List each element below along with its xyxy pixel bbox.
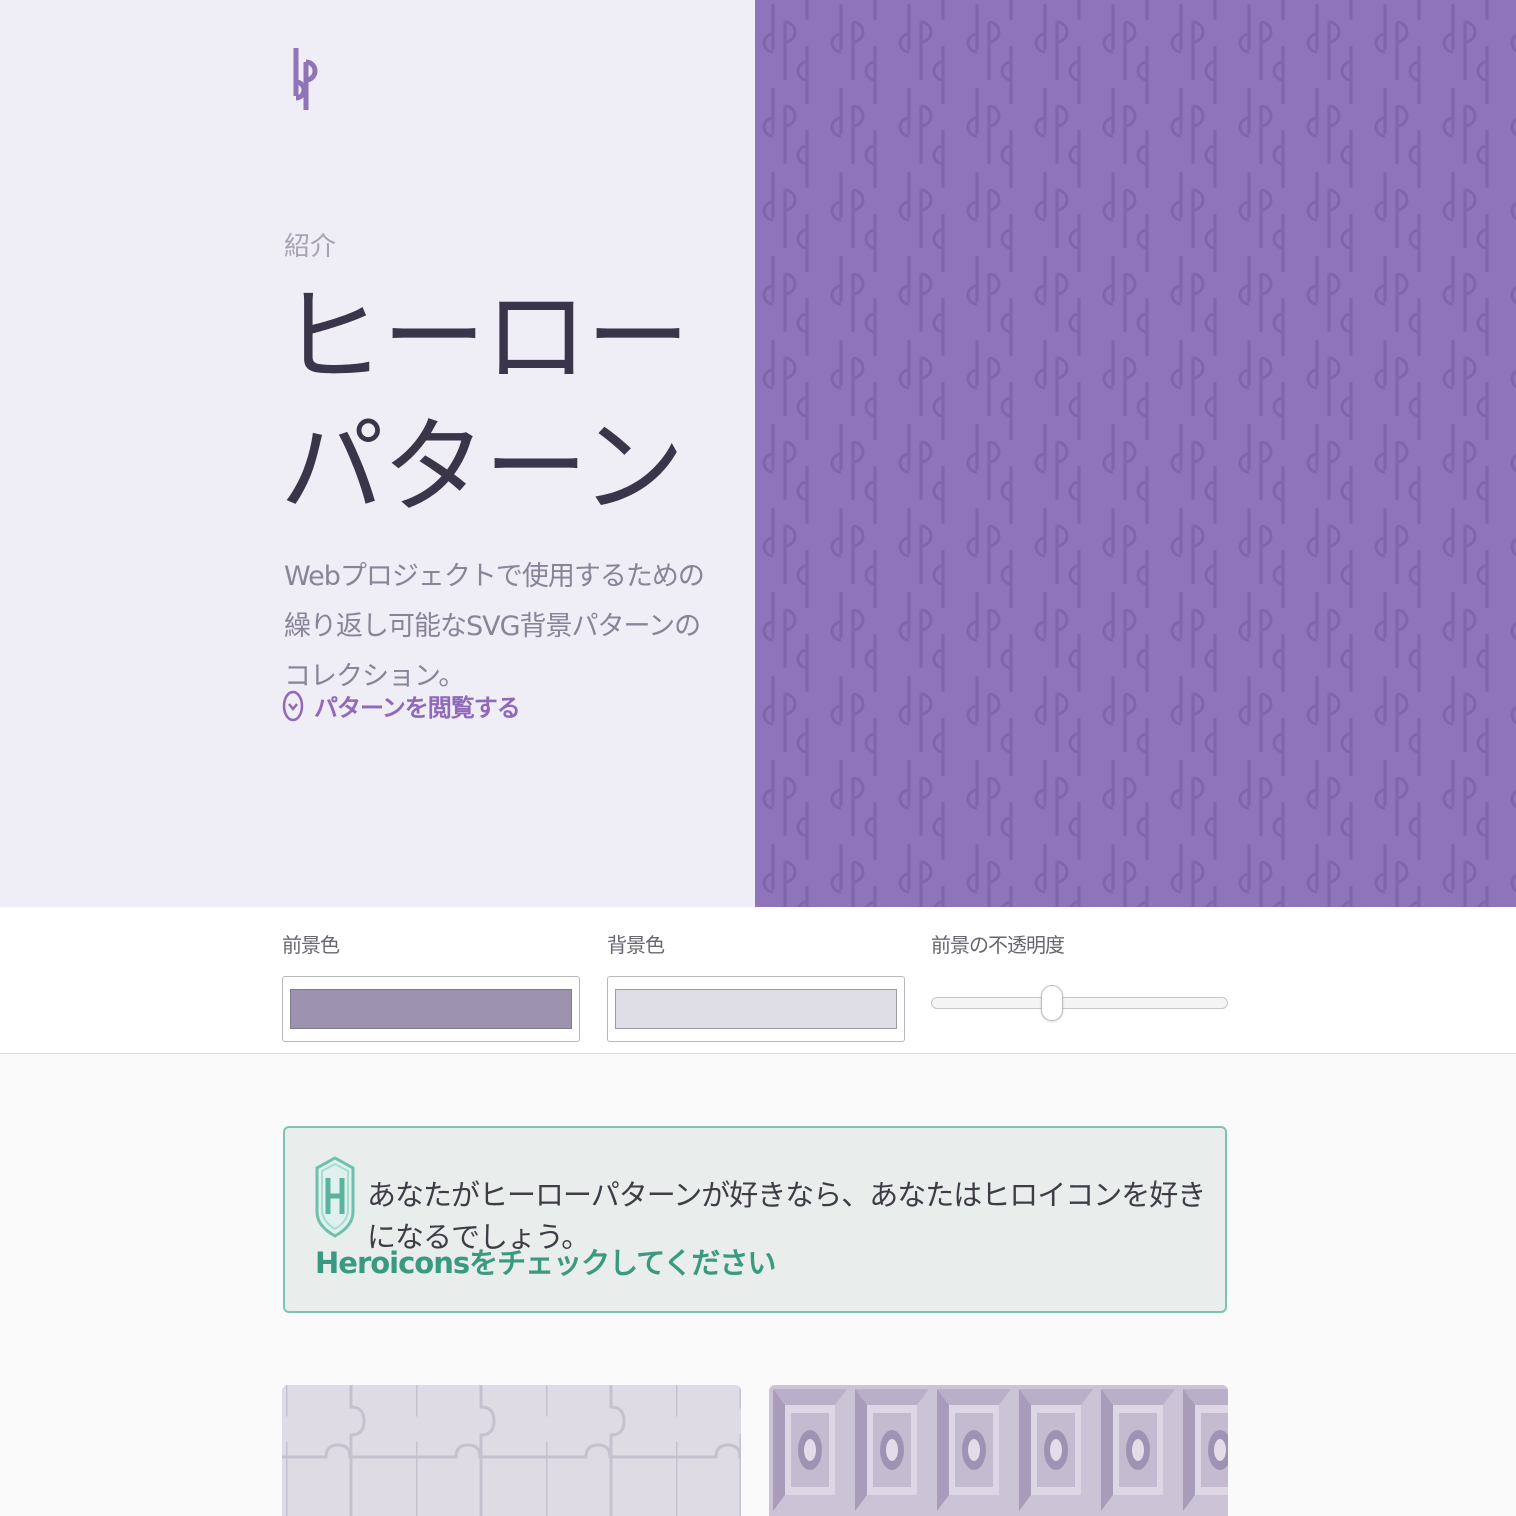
foreground-color-swatch (290, 989, 572, 1029)
background-color-control: 背景色 (607, 929, 905, 1042)
opacity-label: 前景の不透明度 (931, 933, 1065, 957)
heroicons-shield-icon (315, 1156, 355, 1238)
background-color-swatch (615, 989, 897, 1029)
hero-pattern-preview (755, 0, 1516, 907)
foreground-color-label: 前景色 (282, 933, 340, 957)
jigsaw-pattern-preview (282, 1385, 741, 1516)
browse-patterns-link[interactable]: パターンを閲覧する (282, 688, 521, 723)
hero-description: Webプロジェクトで使用するための繰り返し可能なSVG背景パターンのコレクション… (284, 561, 705, 692)
opacity-slider[interactable] (931, 985, 1228, 1021)
pattern-preview-graphic (755, 0, 1516, 907)
page-title: ヒーローパターン (280, 276, 690, 528)
pattern-card-overcast[interactable] (769, 1385, 1228, 1516)
opacity-control: 前景の不透明度 (931, 929, 1229, 958)
eyebrow-label: 紹介 (284, 232, 337, 262)
foreground-color-picker[interactable] (282, 976, 580, 1042)
browse-patterns-label: パターンを閲覧する (314, 694, 521, 722)
overcast-pattern-preview (769, 1385, 1228, 1516)
background-color-picker[interactable] (607, 976, 905, 1042)
background-color-label: 背景色 (607, 933, 665, 957)
hero-section: 紹介 ヒーローパターン Webプロジェクトで使用するための繰り返し可能なSVG背… (0, 0, 1516, 907)
pattern-card-jigsaw[interactable] (282, 1385, 741, 1516)
hero-patterns-logo-icon[interactable] (282, 44, 322, 112)
opacity-slider-track[interactable] (931, 997, 1228, 1009)
opacity-slider-thumb[interactable] (1041, 985, 1063, 1021)
chevron-down-circle-icon (282, 689, 304, 723)
heroicons-link[interactable]: Heroiconsをチェックしてください (315, 1240, 776, 1282)
foreground-color-control: 前景色 (282, 929, 580, 1042)
pattern-controls: 前景色 背景色 前景の不透明度 (0, 907, 1516, 1054)
hero-content: 紹介 ヒーローパターン Webプロジェクトで使用するための繰り返し可能なSVG背… (0, 0, 755, 907)
heroicons-promo: あなたがヒーローパターンが好きなら、あなたはヒロイコンを好きになるでしょう。 H… (283, 1126, 1227, 1313)
